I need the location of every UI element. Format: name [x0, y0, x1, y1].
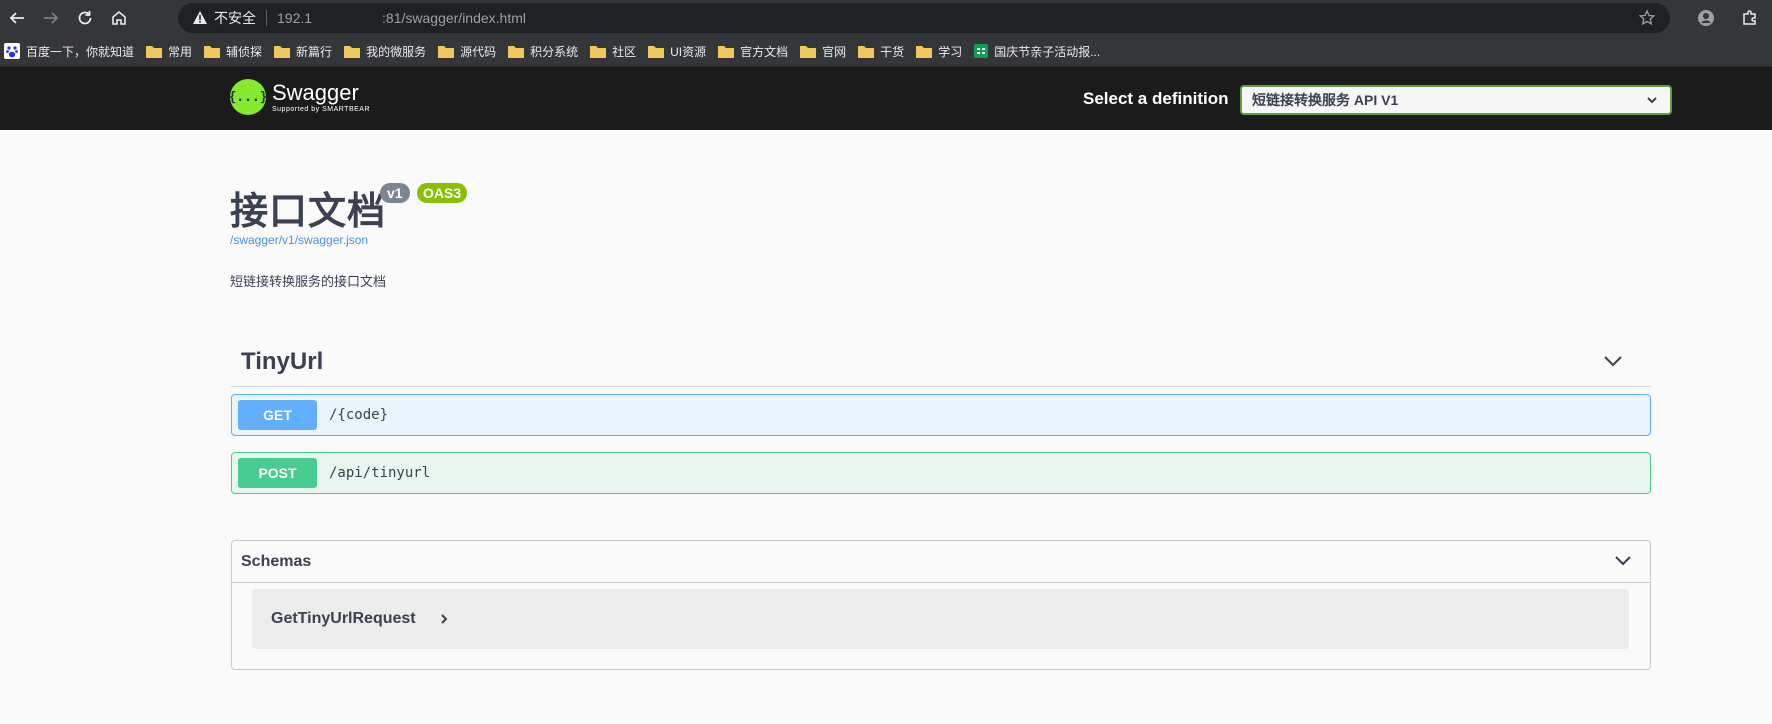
- bookmark-item[interactable]: 辅侦探: [200, 39, 270, 63]
- bookmark-item[interactable]: 源代码: [434, 39, 504, 63]
- logo-text: Swagger: [272, 79, 359, 105]
- home-button[interactable]: [102, 1, 136, 35]
- schema-model-gettinyurlrequest[interactable]: GetTinyUrlRequest: [252, 589, 1629, 649]
- logo-subtext: Supported by SMARTBEAR: [272, 105, 371, 113]
- chevron-right-icon[interactable]: [439, 613, 449, 625]
- bookmark-label: 辅侦探: [226, 44, 263, 59]
- bookmark-item[interactable]: 我的微服务: [340, 39, 434, 63]
- bookmark-label: 官方文档: [740, 44, 789, 59]
- operation-get-code[interactable]: GET /{code}: [231, 394, 1651, 436]
- bookmark-item[interactable]: 常用: [142, 39, 200, 63]
- bookmark-label: 百度一下，你就知道: [26, 44, 135, 59]
- bookmarks-bar: 百度一下，你就知道 常用 辅侦探 新篇行 我的微服务 源代码 积分系统 社区 UI资源 官方文档 官…: [0, 36, 1772, 67]
- bookmark-star-icon[interactable]: [1638, 9, 1656, 27]
- baidu-icon: [4, 43, 20, 59]
- chevron-down-icon[interactable]: [1614, 555, 1632, 567]
- bookmark-label: UI资源: [670, 44, 707, 59]
- url-text[interactable]: 192.1 :81/swagger/index.html: [277, 10, 526, 26]
- folder-icon: [146, 45, 163, 58]
- bookmark-label: 国庆节亲子活动报...: [994, 44, 1101, 59]
- bookmark-label: 官网: [822, 44, 847, 59]
- bookmark-item[interactable]: 百度一下，你就知道: [0, 39, 142, 63]
- bookmark-label: 新篇行: [296, 44, 333, 59]
- folder-icon: [800, 45, 817, 58]
- definition-select[interactable]: 短链接转换服务 API V1: [1240, 85, 1672, 115]
- bookmark-label: 常用: [168, 44, 193, 59]
- reload-icon: [78, 11, 92, 25]
- address-separator: [266, 10, 267, 26]
- bookmark-item[interactable]: 社区: [586, 39, 644, 63]
- bookmark-label: 社区: [612, 44, 637, 59]
- sheet-icon: [974, 44, 989, 58]
- extensions-button[interactable]: [1728, 0, 1772, 36]
- schemas-header[interactable]: Schemas: [232, 541, 1650, 583]
- browser-toolbar: 不安全 192.1 :81/swagger/index.html: [0, 0, 1772, 36]
- bookmark-label: 源代码: [460, 44, 497, 59]
- bookmark-item[interactable]: 官网: [796, 39, 854, 63]
- folder-icon: [438, 45, 455, 58]
- folder-icon: [916, 45, 933, 58]
- bookmark-item[interactable]: 干货: [854, 39, 912, 63]
- folder-icon: [718, 45, 735, 58]
- version-badge: v1: [380, 183, 410, 203]
- arrow-right-icon: [44, 12, 59, 24]
- schemas-section: Schemas GetTinyUrlRequest: [231, 540, 1651, 670]
- reload-button[interactable]: [68, 1, 102, 35]
- method-badge-get: GET: [238, 400, 317, 430]
- select-definition-label: Select a definition: [1083, 89, 1229, 108]
- page-title: 接口文档: [230, 189, 387, 233]
- chevron-down-icon[interactable]: [1603, 354, 1623, 368]
- operation-post-tinyurl[interactable]: POST /api/tinyurl: [231, 452, 1651, 494]
- tag-section-header[interactable]: TinyUrl: [231, 340, 1651, 387]
- folder-icon: [204, 45, 221, 58]
- bookmark-item[interactable]: 学习: [912, 39, 970, 63]
- bookmark-label: 干货: [880, 44, 905, 59]
- bookmark-item[interactable]: 官方文档: [714, 39, 796, 63]
- bookmark-item[interactable]: UI资源: [644, 39, 714, 63]
- folder-icon: [590, 45, 607, 58]
- method-badge-post: POST: [238, 458, 317, 488]
- folder-icon: [648, 45, 665, 58]
- schemas-title: Schemas: [241, 553, 312, 570]
- folder-icon: [508, 45, 525, 58]
- bookmark-item[interactable]: 国庆节亲子活动报...: [970, 39, 1108, 63]
- definition-select-value: 短链接转换服务 API V1: [1252, 92, 1399, 108]
- puzzle-icon: [1743, 10, 1756, 25]
- bookmark-label: 学习: [938, 44, 963, 59]
- profile-button[interactable]: [1684, 0, 1728, 36]
- chevron-down-icon: [1647, 97, 1657, 104]
- operation-path: /{code}: [329, 407, 389, 423]
- spec-json-link[interactable]: /swagger/v1/swagger.json: [230, 233, 368, 247]
- bookmark-label: 积分系统: [530, 44, 579, 59]
- back-button[interactable]: [0, 1, 34, 35]
- address-bar[interactable]: 不安全 192.1 :81/swagger/index.html: [178, 3, 1670, 33]
- bookmark-item[interactable]: 新篇行: [270, 39, 340, 63]
- oas-badge: OAS3: [417, 183, 468, 203]
- swagger-topbar: {...} Swagger Supported by SMARTBEAR Sel…: [0, 67, 1772, 130]
- toolbar-right: [1684, 0, 1772, 36]
- tag-title: TinyUrl: [241, 348, 324, 375]
- warning-icon: [193, 11, 207, 24]
- profile-icon: [1698, 10, 1714, 26]
- bookmark-label: 我的微服务: [366, 44, 427, 59]
- forward-button[interactable]: [34, 1, 68, 35]
- folder-icon: [274, 45, 291, 58]
- bookmark-item[interactable]: 积分系统: [504, 39, 586, 63]
- model-name: GetTinyUrlRequest: [271, 610, 416, 627]
- insecure-label[interactable]: 不安全: [214, 8, 256, 28]
- swagger-logo-icon: {...}: [228, 79, 268, 115]
- folder-icon: [344, 45, 361, 58]
- home-icon: [112, 10, 126, 25]
- folder-icon: [858, 45, 875, 58]
- arrow-left-icon: [9, 12, 24, 24]
- swagger-logo[interactable]: {...} Swagger Supported by SMARTBEAR: [228, 79, 371, 115]
- api-description: 短链接转换服务的接口文档: [230, 274, 387, 289]
- operation-path: /api/tinyurl: [329, 465, 431, 481]
